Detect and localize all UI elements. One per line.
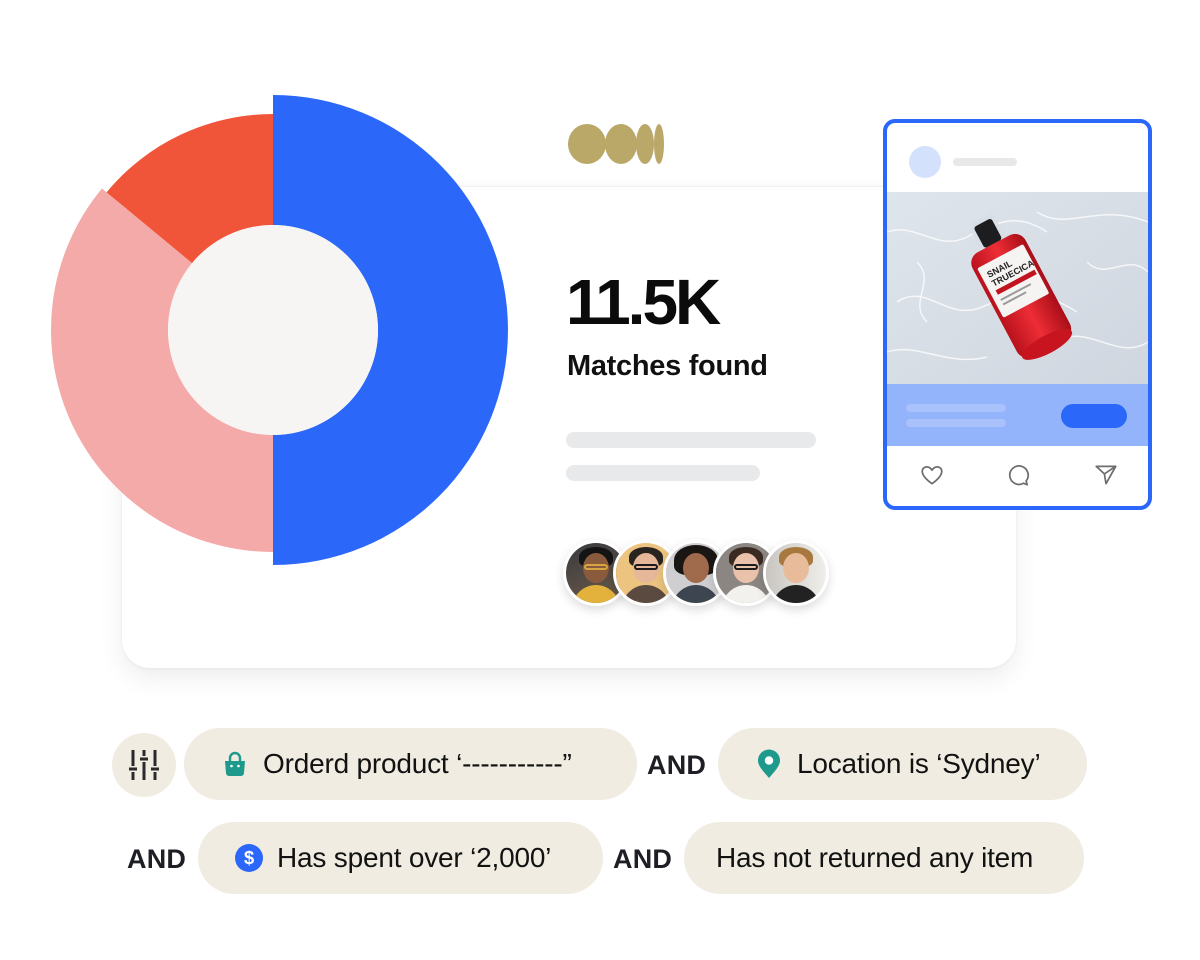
filter-chip-label: Has not returned any item: [716, 842, 1034, 873]
audience-donut-chart: [51, 95, 508, 565]
product-image: SNAIL TRUECICA: [887, 192, 1148, 384]
filter-chip-location[interactable]: Location is ‘Sydney’: [718, 728, 1087, 800]
matches-label: Matches found: [567, 350, 768, 382]
post-author-avatar: [909, 146, 941, 178]
filter-settings-button[interactable]: [112, 733, 176, 797]
filter-chip-label: Orderd product ‘-----------”: [263, 748, 572, 779]
shop-now-button[interactable]: [1061, 404, 1127, 428]
dollar-icon: $: [235, 844, 263, 872]
social-post-preview[interactable]: SNAIL TRUECICA: [883, 119, 1152, 510]
heart-icon[interactable]: [919, 462, 945, 488]
and-operator: AND: [127, 844, 187, 874]
and-operator: AND: [613, 844, 673, 874]
placeholder-line: [566, 432, 816, 448]
filter-chip-no-returns[interactable]: Has not returned any item: [684, 822, 1084, 894]
post-cta-band: [887, 384, 1148, 446]
matches-count: 11.5K: [566, 266, 721, 338]
brand-logo-icon: [568, 124, 664, 164]
svg-text:$: $: [244, 847, 254, 868]
filter-chip-label: Has spent over ‘2,000’: [277, 842, 552, 873]
location-pin-icon: [755, 749, 783, 778]
shopping-bag-icon: [221, 750, 249, 778]
post-actions: [887, 446, 1148, 506]
sliders-icon: [129, 750, 159, 780]
caption-placeholder: [906, 419, 1006, 427]
post-author-name-placeholder: [953, 158, 1017, 166]
send-icon[interactable]: [1093, 462, 1119, 488]
caption-placeholder: [906, 404, 1006, 412]
placeholder-line: [566, 465, 760, 481]
filter-chip-spent[interactable]: $ Has spent over ‘2,000’: [198, 822, 603, 894]
filter-chip-label: Location is ‘Sydney’: [797, 748, 1041, 779]
avatar[interactable]: [763, 540, 829, 606]
comment-icon[interactable]: [1005, 462, 1031, 488]
donut-center: [168, 225, 378, 435]
and-operator: AND: [647, 750, 707, 780]
filter-chip-ordered-product[interactable]: Orderd product ‘-----------”: [184, 728, 637, 800]
